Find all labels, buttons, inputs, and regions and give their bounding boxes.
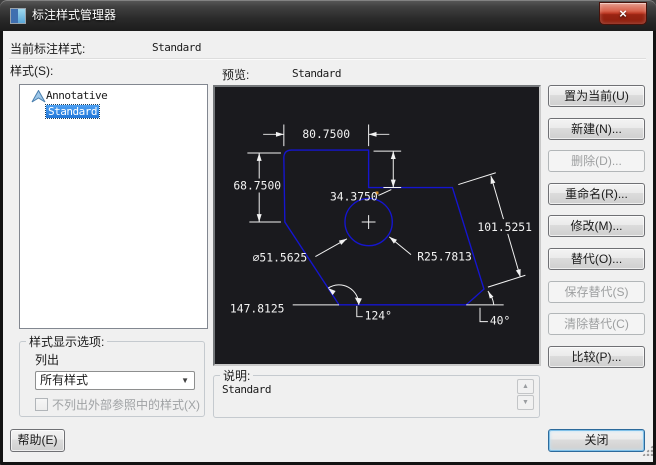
arrow-down-icon: ▼ [522, 399, 529, 406]
dim-top: 80.7500 [302, 127, 350, 141]
app-icon [10, 8, 26, 24]
separator [9, 58, 646, 60]
new-button[interactable]: 新建(N)... [548, 118, 645, 140]
dim-diameter: ∅51.5625 [253, 250, 308, 264]
preview-panel: 80.7500 68.7500 34.3750 101.5251 ∅51.562… [213, 85, 541, 366]
current-style-label: 当前标注样式: [10, 42, 86, 56]
current-style-value: Standard [152, 41, 201, 54]
dimension-labels: 80.7500 68.7500 34.3750 101.5251 ∅51.562… [230, 127, 532, 327]
list-label: 列出 [35, 353, 60, 367]
styles-list-label: 样式(S): [10, 64, 54, 78]
annotative-icon [31, 90, 46, 103]
chevron-down-icon: ▼ [181, 376, 189, 385]
style-item-annotative[interactable]: Annotative [20, 88, 207, 104]
title-bar[interactable]: 标注样式管理器 × [0, 0, 656, 31]
dim-radius: R25.7813 [417, 249, 472, 263]
dim-left: 68.7500 [233, 179, 281, 193]
dropdown-value: 所有样式 [40, 373, 89, 387]
help-button[interactable]: 帮助(E) [10, 429, 65, 452]
dim-middle: 34.3750 [330, 189, 378, 203]
arrow-up-icon: ▲ [522, 383, 529, 390]
scroll-down-button[interactable]: ▼ [517, 395, 534, 410]
dialog-body: 当前标注样式: Standard 样式(S): Annotative Stand… [3, 31, 653, 462]
style-item-standard[interactable]: Standard [20, 104, 207, 120]
description-legend: 说明: [223, 369, 251, 383]
set-current-button[interactable]: 置为当前(U) [548, 85, 645, 107]
rename-button[interactable]: 重命名(R)... [548, 183, 645, 205]
preview-drawing: 80.7500 68.7500 34.3750 101.5251 ∅51.562… [230, 124, 533, 328]
override-button[interactable]: 替代(O)... [548, 248, 645, 270]
display-options-legend: 样式显示选项: [29, 335, 105, 349]
shape-outline [283, 149, 485, 306]
xref-checkbox-row: 不列出外部参照中的样式(X) [35, 398, 200, 412]
dim-aligned: 101.5251 [477, 220, 532, 234]
close-button[interactable]: 关闭 [548, 429, 645, 452]
xref-checkbox[interactable] [35, 398, 48, 411]
preview-label: 预览: [222, 68, 250, 82]
close-icon: × [619, 6, 627, 21]
save-override-button: 保存替代(S) [548, 281, 645, 303]
selected-style: Standard [45, 104, 100, 119]
compare-button[interactable]: 比较(P)... [548, 346, 645, 368]
xref-checkbox-label: 不列出外部参照中的样式(X) [52, 398, 200, 412]
style-filter-dropdown[interactable]: 所有样式 ▼ [35, 371, 195, 390]
dim-angle-left: 124° [365, 309, 392, 323]
delete-button: 删除(D)... [548, 150, 645, 172]
modify-button[interactable]: 修改(M)... [548, 215, 645, 237]
window-title: 标注样式管理器 [32, 8, 117, 22]
clear-override-button: 清除替代(C) [548, 313, 645, 335]
close-window-button[interactable]: × [599, 2, 647, 25]
dimension-style-manager-dialog: 标注样式管理器 × 当前标注样式: Standard 样式(S): Annota… [0, 0, 656, 465]
dim-bottom: 147.8125 [230, 302, 285, 316]
dim-angle-right: 40° [490, 314, 510, 328]
preview-style-name: Standard [292, 67, 341, 80]
styles-listbox[interactable]: Annotative Standard [19, 84, 208, 329]
scroll-up-button[interactable]: ▲ [517, 379, 534, 394]
description-text: Standard [222, 383, 271, 396]
